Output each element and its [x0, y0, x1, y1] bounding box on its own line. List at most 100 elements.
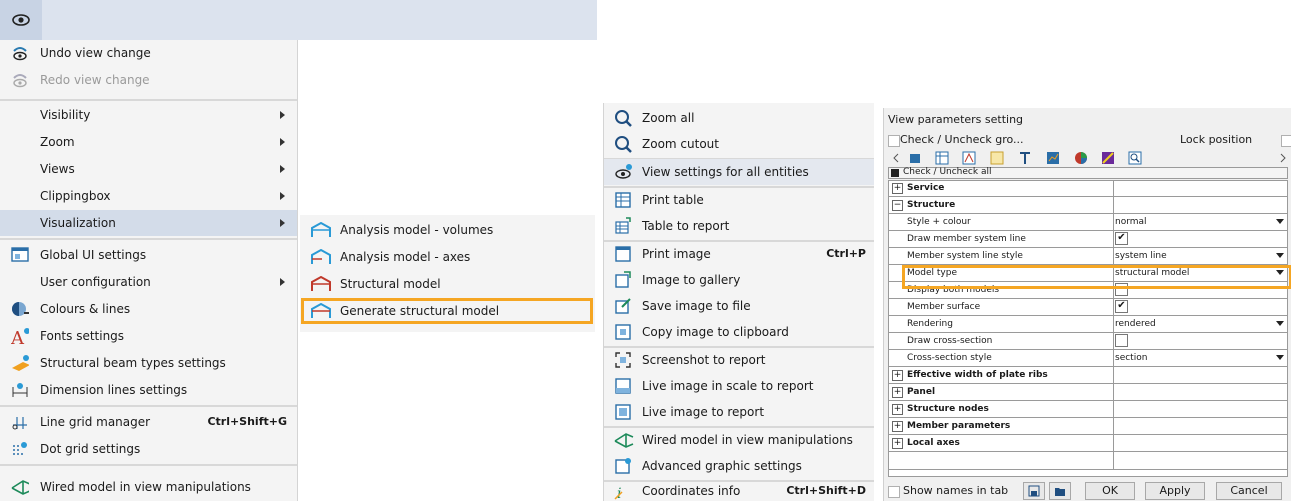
grid-row-panel[interactable]: + Panel: [889, 384, 1287, 401]
menu-item-fonts-settings[interactable]: A Fonts settings: [0, 323, 297, 349]
submenu-item-analysis-axes[interactable]: Analysis model - axes: [300, 244, 595, 270]
filter-style-icon[interactable]: [1101, 151, 1115, 165]
highlight-frame: [902, 265, 1291, 289]
save-settings-button[interactable]: [1023, 482, 1045, 500]
menu-item-view-settings-all[interactable]: View settings for all entities: [604, 159, 874, 185]
view-menu-button[interactable]: [0, 0, 42, 40]
menu-item-copy-image[interactable]: Copy image to clipboard: [604, 319, 874, 345]
filter-grid-icon[interactable]: [990, 151, 1004, 165]
menu-item-clippingbox[interactable]: Clippingbox: [0, 183, 297, 209]
menu-item-zoom-cutout[interactable]: Zoom cutout: [604, 131, 874, 157]
menu-item-redo-view[interactable]: Redo view change: [0, 67, 297, 93]
filter-colour-icon[interactable]: [1074, 151, 1088, 165]
grid-row-rendering[interactable]: Rendering rendered: [889, 316, 1287, 333]
highlight-frame: [301, 298, 593, 324]
check-all-checkbox[interactable]: [891, 169, 899, 177]
menu-label: Save image to file: [642, 299, 751, 313]
menu-item-visualization[interactable]: Visualization: [0, 210, 297, 236]
menu-item-dimension-lines[interactable]: Dimension lines settings: [0, 377, 297, 403]
menu-item-wired-model[interactable]: Wired model in view manipulations: [0, 474, 297, 500]
load-settings-button[interactable]: [1049, 482, 1071, 500]
lock-position-checkbox[interactable]: [1281, 135, 1291, 147]
menu-item-global-ui-settings[interactable]: Global UI settings: [0, 242, 297, 268]
grid-row-member-surface[interactable]: Member surface ✔: [889, 299, 1287, 316]
row-value[interactable]: section: [1115, 350, 1147, 366]
menu-item-zoom-all[interactable]: Zoom all: [604, 105, 874, 131]
filter-text-icon[interactable]: [1018, 151, 1032, 165]
menu-item-user-configuration[interactable]: User configuration: [0, 269, 297, 295]
check-all-row[interactable]: Check / Uncheck all: [888, 167, 1288, 179]
checkbox-checked[interactable]: ✔: [1115, 300, 1128, 313]
scroll-right-icon[interactable]: [1276, 151, 1290, 165]
grid-row-draw-cross-section[interactable]: Draw cross-section: [889, 333, 1287, 350]
filter-node-icon[interactable]: [962, 151, 976, 165]
grid-row-structure-nodes[interactable]: + Structure nodes: [889, 401, 1287, 418]
menu-separator: [0, 405, 297, 407]
menu-item-save-image[interactable]: Save image to file: [604, 293, 874, 319]
dropdown-arrow-icon[interactable]: [1276, 321, 1284, 326]
dropdown-arrow-icon[interactable]: [1276, 219, 1284, 224]
submenu-label: Analysis model - axes: [340, 250, 471, 264]
row-name: Effective width of plate ribs: [907, 370, 1048, 380]
scroll-left-icon[interactable]: [889, 151, 903, 165]
dropdown-arrow-icon[interactable]: [1276, 253, 1284, 258]
submenu-arrow-icon: [280, 219, 285, 227]
grid-row-style-colour[interactable]: Style + colour normal: [889, 214, 1287, 231]
apply-button[interactable]: Apply: [1145, 482, 1205, 500]
grid-row-member-line-style[interactable]: Member system line style system line: [889, 248, 1287, 265]
filter-table-icon[interactable]: [935, 151, 949, 165]
menu-item-coordinates-info[interactable]: i Coordinates info Ctrl+Shift+D: [604, 478, 874, 504]
save-icon: [1028, 485, 1040, 497]
menu-item-visibility[interactable]: Visibility: [0, 102, 297, 128]
menu-item-zoom[interactable]: Zoom: [0, 129, 297, 155]
dropdown-arrow-icon[interactable]: [1276, 355, 1284, 360]
menu-item-live-image[interactable]: Live image to report: [604, 399, 874, 425]
menu-item-undo-view[interactable]: Undo view change: [0, 40, 297, 66]
menu-item-print-image[interactable]: Print image Ctrl+P: [604, 241, 874, 267]
grid-row-draw-member-line[interactable]: Draw member system line ✔: [889, 231, 1287, 248]
submenu-item-structural-model[interactable]: Structural model: [300, 271, 595, 297]
grid-row-structure[interactable]: − Structure: [889, 197, 1287, 214]
menu-shortcut: Ctrl+Shift+G: [207, 415, 287, 428]
row-value[interactable]: normal: [1115, 214, 1147, 230]
menu-item-image-to-gallery[interactable]: Image to gallery: [604, 267, 874, 293]
submenu-arrow-icon: [280, 138, 285, 146]
check-all-label: Check / Uncheck all: [903, 167, 992, 177]
cancel-button[interactable]: Cancel: [1216, 482, 1282, 500]
show-names-checkbox[interactable]: [888, 486, 900, 498]
menu-label: Wired model in view manipulations: [642, 433, 853, 447]
menu-item-beam-types[interactable]: Structural beam types settings: [0, 350, 297, 376]
grid-row-member-parameters[interactable]: + Member parameters: [889, 418, 1287, 435]
menu-item-live-image-scale[interactable]: Live image in scale to report: [604, 373, 874, 399]
checkbox-unchecked[interactable]: [1115, 334, 1128, 347]
menu-item-advanced-graphic[interactable]: Advanced graphic settings: [604, 453, 874, 479]
menu-label: Clippingbox: [40, 189, 111, 203]
submenu-item-analysis-volumes[interactable]: Analysis model - volumes: [300, 217, 595, 243]
menu-label: Live image to report: [642, 405, 765, 419]
checkbox-checked[interactable]: ✔: [1115, 232, 1128, 245]
grid-row-service[interactable]: + Service: [889, 180, 1287, 197]
grid-row-cross-section-style[interactable]: Cross-section style section: [889, 350, 1287, 367]
row-value[interactable]: system line: [1115, 248, 1167, 264]
filter-chart-icon[interactable]: [1046, 151, 1060, 165]
ok-button[interactable]: OK: [1085, 482, 1135, 500]
menu-item-wired-model-mid[interactable]: Wired model in view manipulations: [604, 427, 874, 453]
grid-row-local-axes[interactable]: + Local axes: [889, 435, 1287, 452]
filter-bin-icon[interactable]: [908, 151, 922, 165]
row-name: Local axes: [907, 438, 960, 448]
panel-title: View parameters setting: [888, 113, 1024, 126]
menu-item-dot-grid-settings[interactable]: Dot grid settings: [0, 436, 297, 462]
menu-item-line-grid-manager[interactable]: Line grid manager Ctrl+Shift+G: [0, 409, 297, 435]
menu-item-print-table[interactable]: Print table: [604, 187, 874, 213]
filter-search-icon[interactable]: [1128, 151, 1142, 165]
menu-item-views[interactable]: Views: [0, 156, 297, 182]
menu-label: Views: [40, 162, 75, 176]
menu-item-screenshot-report[interactable]: Screenshot to report: [604, 347, 874, 373]
menu-item-table-to-report[interactable]: Table to report: [604, 213, 874, 239]
row-value[interactable]: rendered: [1115, 316, 1156, 332]
check-group-checkbox[interactable]: [888, 135, 900, 147]
menu-item-colours-lines[interactable]: Colours & lines: [0, 296, 297, 322]
advanced-graphic-icon: [615, 458, 631, 474]
grid-row-effective-width[interactable]: + Effective width of plate ribs: [889, 367, 1287, 384]
menu-label: Global UI settings: [40, 248, 147, 262]
